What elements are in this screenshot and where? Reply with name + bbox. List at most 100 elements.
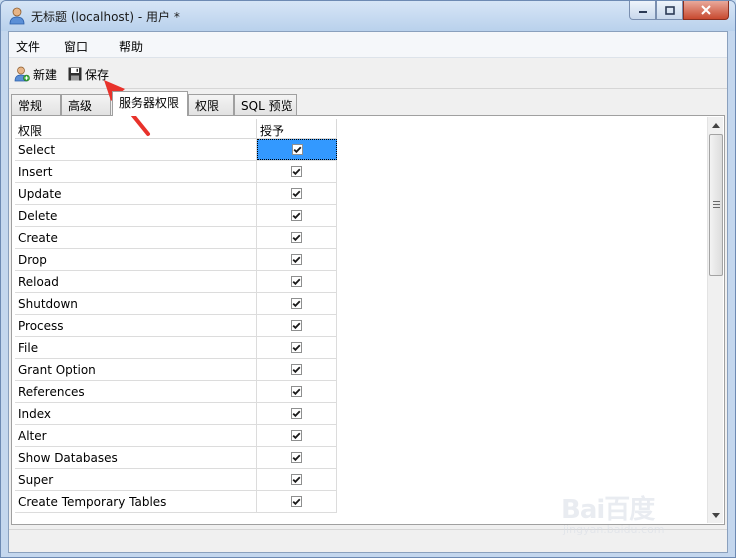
grant-cell[interactable]	[257, 381, 337, 402]
table-row[interactable]: Shutdown	[15, 293, 337, 315]
checkbox-checked-icon[interactable]	[291, 474, 302, 485]
checkbox-checked-icon[interactable]	[291, 364, 302, 375]
title-bar[interactable]: 无标题 (localhost) - 用户 *	[1, 1, 735, 31]
table-row[interactable]: Select	[15, 139, 337, 161]
grant-cell[interactable]	[257, 447, 337, 468]
scrollbar-thumb[interactable]	[709, 134, 723, 276]
privilege-name: Delete	[15, 205, 257, 226]
grant-cell[interactable]	[257, 139, 337, 160]
minimize-icon	[638, 11, 647, 13]
privilege-name: Create Temporary Tables	[15, 491, 257, 512]
table-row[interactable]: Grant Option	[15, 359, 337, 381]
tab-privileges[interactable]: 权限	[188, 94, 234, 115]
privilege-name: File	[15, 337, 257, 358]
checkbox-checked-icon[interactable]	[291, 232, 302, 243]
table-row[interactable]: Reload	[15, 271, 337, 293]
scroll-up-button[interactable]	[708, 117, 724, 133]
grip-icon	[713, 201, 720, 210]
grant-cell[interactable]	[257, 315, 337, 336]
chevron-up-icon	[712, 122, 720, 128]
column-header-grant[interactable]: 授予	[257, 119, 337, 138]
checkbox-checked-icon[interactable]	[291, 188, 302, 199]
checkbox-checked-icon[interactable]	[291, 386, 302, 397]
grid-body: Select Insert Update Delete Create Drop Reload…	[15, 139, 337, 513]
app-window: 无标题 (localhost) - 用户 * 文件 窗口 帮助 新建 保存 常规…	[0, 0, 736, 558]
grant-cell[interactable]	[257, 205, 337, 226]
save-button[interactable]: 保存	[68, 64, 109, 84]
watermark-url: jingyan.baidu.com	[563, 523, 665, 536]
grant-cell[interactable]	[257, 183, 337, 204]
grant-cell[interactable]	[257, 359, 337, 380]
privilege-name: Select	[15, 139, 257, 160]
window-title: 无标题 (localhost) - 用户 *	[31, 10, 180, 24]
table-row[interactable]: References	[15, 381, 337, 403]
checkbox-checked-icon[interactable]	[291, 276, 302, 287]
scroll-down-button[interactable]	[708, 507, 724, 523]
privilege-name: Update	[15, 183, 257, 204]
checkbox-checked-icon[interactable]	[291, 210, 302, 221]
table-row[interactable]: Show Databases	[15, 447, 337, 469]
checkbox-checked-icon[interactable]	[291, 496, 302, 507]
table-row[interactable]: Create	[15, 227, 337, 249]
table-row[interactable]: Process	[15, 315, 337, 337]
save-label: 保存	[85, 67, 110, 82]
tab-advanced[interactable]: 高级	[61, 94, 111, 115]
checkbox-checked-icon[interactable]	[291, 144, 303, 155]
table-row[interactable]: Create Temporary Tables	[15, 491, 337, 513]
grant-cell[interactable]	[257, 403, 337, 424]
new-button[interactable]: 新建	[14, 64, 57, 84]
menu-help[interactable]: 帮助	[119, 38, 143, 55]
tab-server-privileges[interactable]: 服务器权限	[112, 91, 188, 116]
menu-window[interactable]: 窗口	[64, 38, 88, 55]
table-row[interactable]: Drop	[15, 249, 337, 271]
table-row[interactable]: Super	[15, 469, 337, 491]
privilege-name: Reload	[15, 271, 257, 292]
vertical-scrollbar[interactable]	[707, 117, 723, 523]
checkbox-checked-icon[interactable]	[291, 452, 302, 463]
tab-strip: 常规 高级 服务器权限 权限 SQL 预览	[11, 91, 725, 116]
checkbox-checked-icon[interactable]	[291, 408, 302, 419]
maximize-button[interactable]	[656, 1, 683, 20]
grant-cell[interactable]	[257, 249, 337, 270]
privilege-name: Super	[15, 469, 257, 490]
chevron-down-icon	[712, 512, 720, 518]
column-header-privilege[interactable]: 权限	[15, 119, 257, 138]
table-row[interactable]: Delete	[15, 205, 337, 227]
tab-label: 高级	[68, 99, 93, 113]
maximize-icon	[664, 5, 675, 15]
checkbox-checked-icon[interactable]	[291, 166, 302, 177]
grant-cell[interactable]	[257, 293, 337, 314]
checkbox-checked-icon[interactable]	[291, 298, 302, 309]
grant-cell[interactable]	[257, 161, 337, 182]
grant-cell[interactable]	[257, 469, 337, 490]
checkbox-checked-icon[interactable]	[291, 254, 302, 265]
checkbox-checked-icon[interactable]	[291, 320, 302, 331]
privileges-panel: 权限 授予 Select Insert Update Delete Create Drop…	[11, 115, 725, 525]
privilege-name: Drop	[15, 249, 257, 270]
grant-cell[interactable]	[257, 491, 337, 512]
grant-cell[interactable]	[257, 271, 337, 292]
grid-header: 权限 授予	[15, 119, 337, 139]
table-row[interactable]: File	[15, 337, 337, 359]
privilege-name: Grant Option	[15, 359, 257, 380]
grant-cell[interactable]	[257, 425, 337, 446]
privilege-name: Shutdown	[15, 293, 257, 314]
tab-general[interactable]: 常规	[11, 94, 61, 115]
grant-cell[interactable]	[257, 227, 337, 248]
checkbox-checked-icon[interactable]	[291, 430, 302, 441]
client-area: 文件 窗口 帮助 新建 保存 常规 高级 服务器权限 权限 SQL 预览 权限 …	[8, 31, 728, 553]
new-user-icon	[14, 66, 30, 82]
user-icon	[9, 7, 25, 25]
privilege-name: Index	[15, 403, 257, 424]
checkbox-checked-icon[interactable]	[291, 342, 302, 353]
table-row[interactable]: Alter	[15, 425, 337, 447]
table-row[interactable]: Update	[15, 183, 337, 205]
table-row[interactable]: Insert	[15, 161, 337, 183]
table-row[interactable]: Index	[15, 403, 337, 425]
close-icon	[701, 5, 711, 15]
grant-cell[interactable]	[257, 337, 337, 358]
menu-file[interactable]: 文件	[16, 38, 40, 55]
minimize-button[interactable]	[629, 1, 656, 20]
close-button[interactable]	[683, 1, 729, 20]
tab-sql-preview[interactable]: SQL 预览	[234, 94, 297, 115]
